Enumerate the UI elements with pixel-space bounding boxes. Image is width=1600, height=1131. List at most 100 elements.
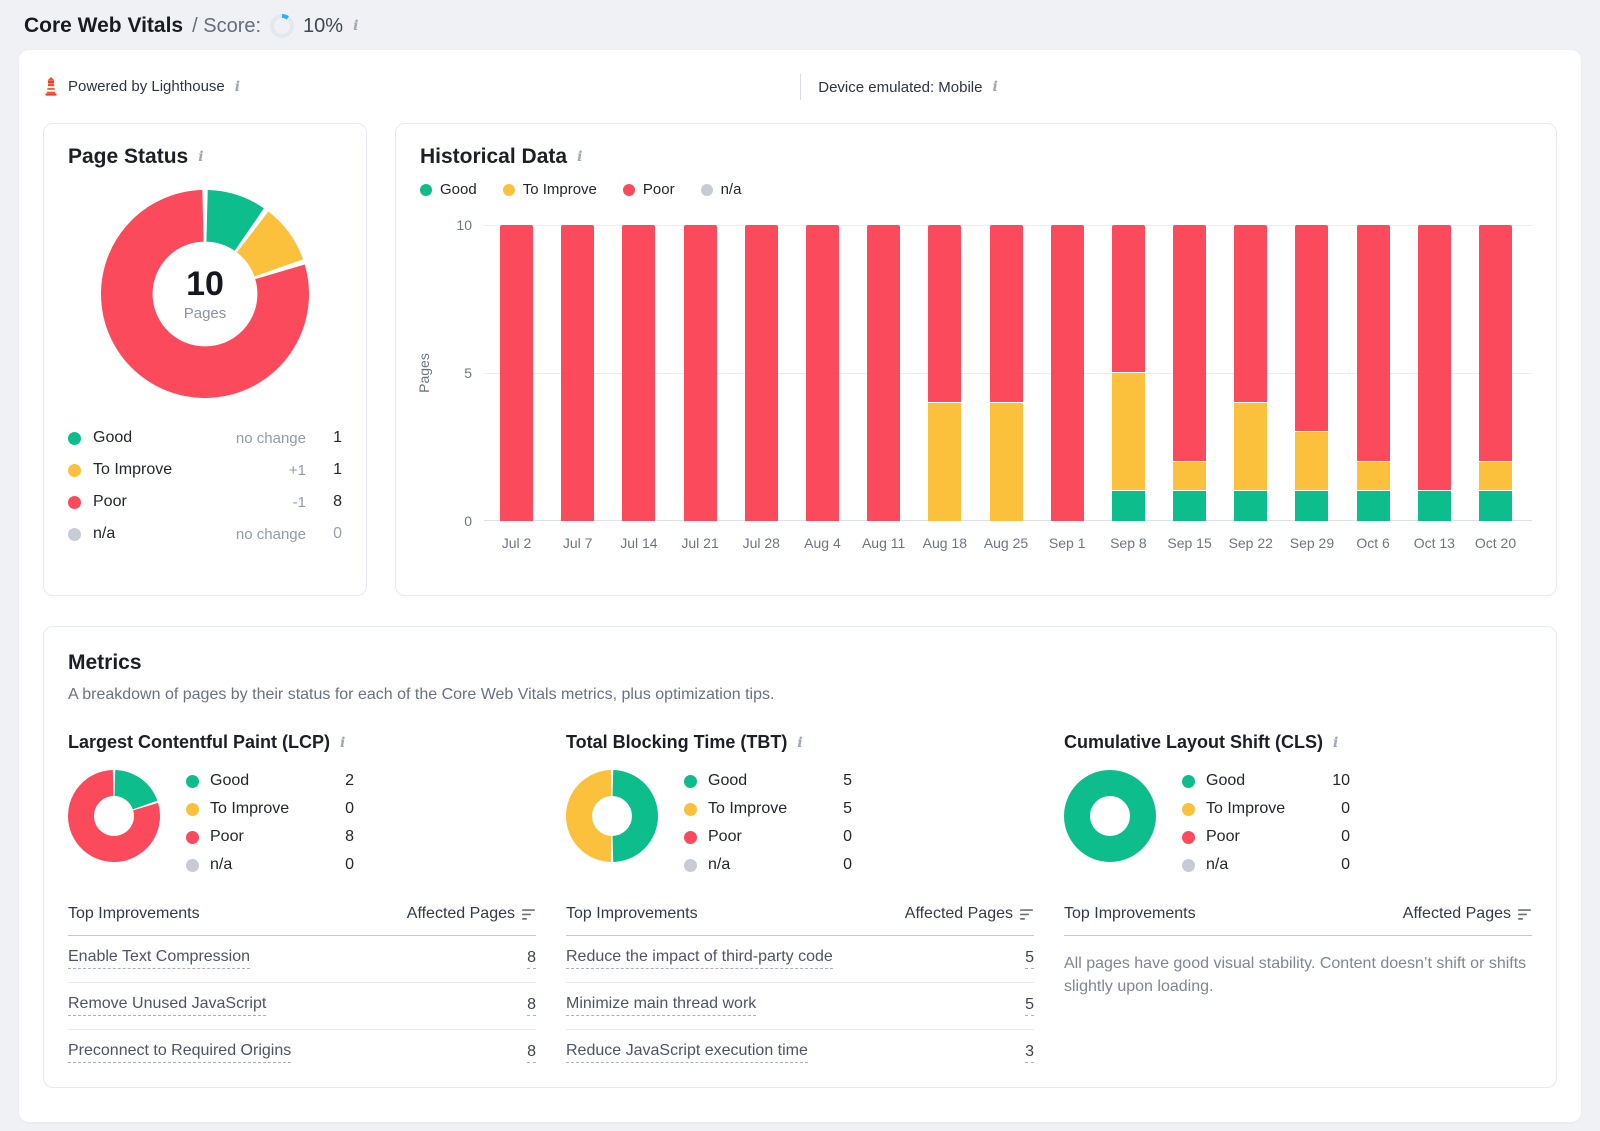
x-tick-label: Aug 18: [923, 535, 967, 551]
bar-segment-to_improve: [1234, 403, 1267, 492]
legend-dot-good: [1182, 775, 1195, 788]
chart-bar: [1479, 225, 1512, 521]
metric-info-icon-lcp[interactable]: i: [339, 736, 346, 750]
legend-label: n/a: [721, 181, 742, 198]
page-status-donut: 10 Pages: [101, 190, 309, 398]
x-tick: Jul 21: [684, 535, 717, 553]
improvement-link[interactable]: Reduce JavaScript execution time: [566, 1042, 808, 1063]
legend-label: To Improve: [523, 181, 597, 198]
bar-stack: [622, 225, 655, 521]
affected-pages-sort-control[interactable]: Affected Pages: [407, 905, 536, 923]
legend-change: no change: [236, 430, 306, 447]
page-status-card: Page Status i 10 Pages Goodno change1To …: [43, 123, 367, 596]
bar-stack: [1418, 225, 1451, 521]
x-tick: Aug 18: [928, 535, 961, 553]
page-status-legend: Goodno change1To Improve+11Poor-18n/ano …: [68, 422, 342, 550]
historical-legend-item-na: n/a: [701, 181, 742, 198]
y-tick-10: 10: [434, 217, 472, 233]
bar-segment-poor: [1357, 225, 1390, 462]
affected-pages-sort-control[interactable]: Affected Pages: [1403, 905, 1532, 923]
x-tick: Jul 14: [622, 535, 655, 553]
metric-info-icon-tbt[interactable]: i: [796, 736, 803, 750]
legend-label: To Improve: [708, 800, 787, 818]
legend-label: Poor: [1206, 828, 1240, 846]
affected-pages-count[interactable]: 5: [1025, 949, 1034, 969]
sort-icon[interactable]: [522, 908, 536, 920]
metric-card-tbt: Total Blocking Time (TBT)iGood5To Improv…: [566, 732, 1034, 1076]
metric-legend-item-good: Good 2: [186, 767, 354, 795]
sort-icon[interactable]: [1518, 908, 1532, 920]
legend-count: 0: [1324, 828, 1350, 846]
bar-segment-poor: [928, 225, 961, 403]
legend-change: +1: [289, 462, 306, 479]
device-info-icon[interactable]: i: [991, 80, 998, 94]
affected-pages-sort-control[interactable]: Affected Pages: [905, 905, 1034, 923]
bar-segment-good: [1173, 491, 1206, 521]
improvement-link[interactable]: Minimize main thread work: [566, 995, 756, 1016]
x-tick: Oct 13: [1418, 535, 1451, 553]
bar-stack: [1479, 225, 1512, 521]
x-tick: Jul 7: [561, 535, 594, 553]
metric-legend-item-poor: Poor 0: [1182, 823, 1350, 851]
bar-segment-poor: [806, 225, 839, 521]
bar-segment-to_improve: [1295, 432, 1328, 491]
affected-pages-count[interactable]: 3: [1025, 1043, 1034, 1063]
sort-icon[interactable]: [1020, 908, 1034, 920]
bar-segment-poor: [622, 225, 655, 521]
legend-dot-good: [68, 432, 81, 445]
bar-stack: [1173, 225, 1206, 521]
affected-pages-count[interactable]: 8: [527, 996, 536, 1016]
bar-segment-to_improve: [1479, 462, 1512, 492]
legend-dot-na: [68, 528, 81, 541]
page-status-title: Page Status: [68, 145, 188, 169]
improvement-row: Enable Text Compression 8: [68, 936, 536, 983]
legend-count: 0: [1324, 856, 1350, 874]
chart-bar: [867, 225, 900, 521]
chart-bar: [806, 225, 839, 521]
improvement-link[interactable]: Remove Unused JavaScript: [68, 995, 266, 1016]
improvements-table-tbt: Top ImprovementsAffected PagesReduce the…: [566, 905, 1034, 1076]
improvement-link[interactable]: Enable Text Compression: [68, 948, 250, 969]
metric-legend-item-good: Good10: [1182, 767, 1350, 795]
top-improvements-header: Top Improvements: [68, 905, 200, 923]
x-tick: Aug 11: [867, 535, 900, 553]
powered-by-info-icon[interactable]: i: [234, 80, 241, 94]
improvement-link[interactable]: Reduce the impact of third-party code: [566, 948, 833, 969]
x-tick: Jul 28: [745, 535, 778, 553]
legend-label: Poor: [643, 181, 675, 198]
metric-info-icon-cls[interactable]: i: [1332, 736, 1339, 750]
affected-pages-count[interactable]: 5: [1025, 996, 1034, 1016]
bar-stack: [928, 225, 961, 521]
x-tick: Aug 4: [806, 535, 839, 553]
score-value: 10%: [303, 15, 343, 38]
x-tick-label: Sep 15: [1167, 535, 1211, 551]
improvement-link[interactable]: Preconnect to Required Origins: [68, 1042, 291, 1063]
affected-pages-count[interactable]: 8: [527, 949, 536, 969]
legend-dot-poor: [68, 496, 81, 509]
legend-count: 2: [328, 772, 354, 790]
chart-bar: [561, 225, 594, 521]
page-status-legend-item-good: Goodno change1: [68, 422, 342, 454]
legend-dot-na: [1182, 859, 1195, 872]
bar-stack: [1112, 225, 1145, 521]
affected-pages-header: Affected Pages: [1403, 905, 1511, 923]
legend-label: Good: [1206, 772, 1245, 790]
x-tick-label: Oct 13: [1414, 535, 1455, 551]
affected-pages-header: Affected Pages: [407, 905, 515, 923]
x-tick: Sep 1: [1051, 535, 1084, 553]
legend-dot-to_improve: [1182, 803, 1195, 816]
x-tick-label: Jul 14: [620, 535, 657, 551]
improvements-table-header: Top ImprovementsAffected Pages: [1064, 905, 1532, 936]
improvement-row: Preconnect to Required Origins 8: [68, 1030, 536, 1076]
metric-legend-item-to_improve: To Improve0: [1182, 795, 1350, 823]
legend-label: Good: [210, 772, 249, 790]
legend-label: Poor: [210, 828, 244, 846]
metric-donut-cls: [1064, 770, 1156, 862]
historical-info-icon[interactable]: i: [576, 150, 583, 164]
score-ring-icon: [270, 14, 294, 38]
score-info-icon[interactable]: i: [352, 19, 359, 33]
legend-dot-poor: [684, 831, 697, 844]
chart-bar: [1112, 225, 1145, 521]
page-status-info-icon[interactable]: i: [197, 150, 204, 164]
affected-pages-count[interactable]: 8: [527, 1043, 536, 1063]
